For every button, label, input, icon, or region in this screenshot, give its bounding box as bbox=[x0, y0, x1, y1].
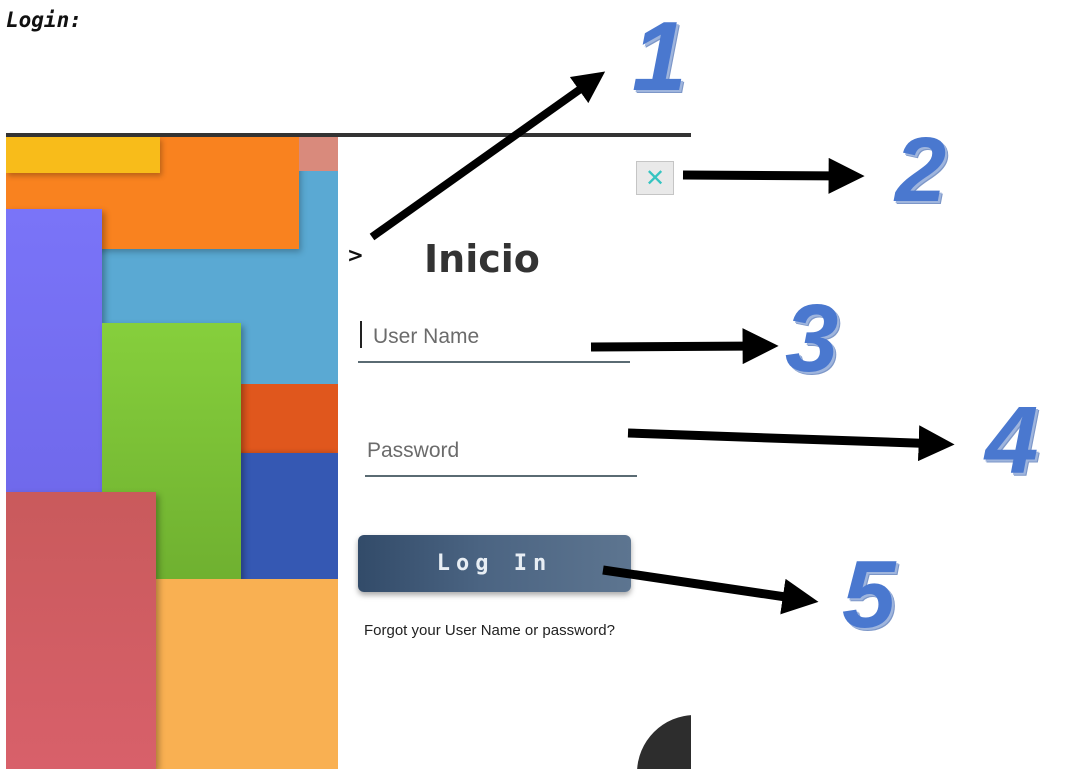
annotation-label-2: 2 bbox=[895, 119, 947, 221]
arrow-4 bbox=[627, 425, 955, 462]
annotation-label-4: 4 bbox=[985, 387, 1039, 494]
annotation-layer bbox=[369, 71, 955, 615]
arrow-3 bbox=[590, 328, 779, 365]
annotation-label-1: 1 bbox=[632, 1, 687, 111]
arrow-5 bbox=[602, 565, 819, 615]
arrow-1 bbox=[369, 71, 606, 241]
annotation-label-5: 5 bbox=[842, 541, 896, 648]
annotation-label-3: 3 bbox=[785, 285, 839, 392]
arrow-2 bbox=[682, 157, 865, 194]
